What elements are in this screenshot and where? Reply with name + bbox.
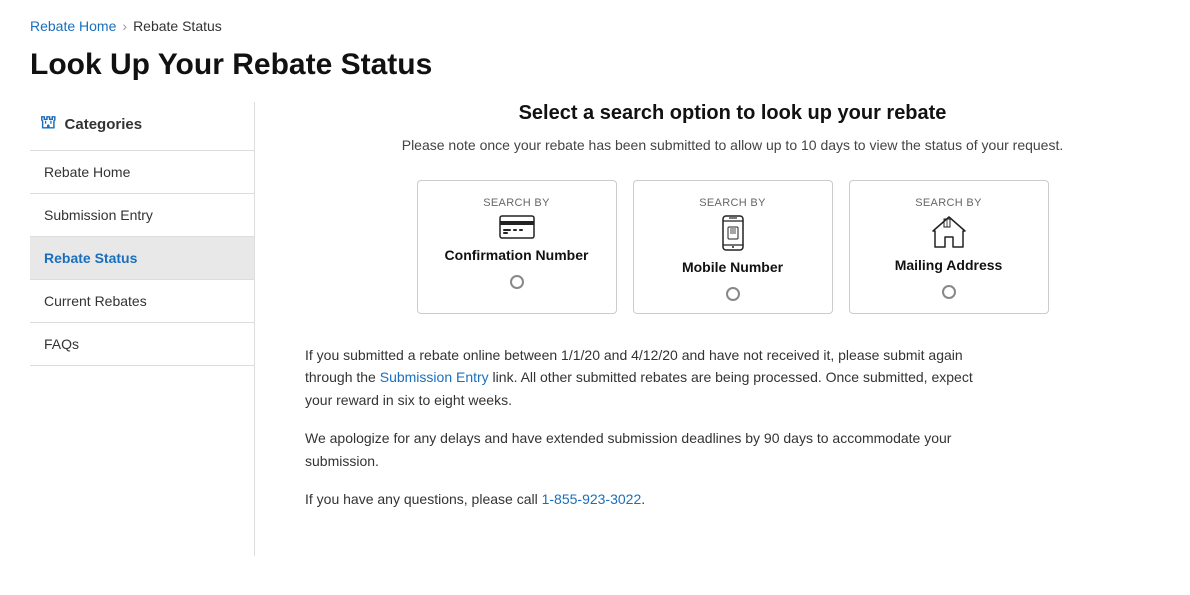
search-card-confirmation[interactable]: SEARCH BY Confirmation Number: [417, 180, 617, 314]
sidebar-header: ⛫ Categories: [30, 102, 254, 150]
confirmation-card-label: SEARCH BY: [483, 197, 550, 209]
info-paragraph-3: If you have any questions, please call 1…: [305, 488, 995, 510]
mailing-card-title: Mailing Address: [895, 257, 1003, 273]
mobile-card-title: Mobile Number: [682, 259, 783, 275]
sidebar-item-rebate-home[interactable]: Rebate Home: [30, 150, 254, 193]
mobile-card-radio[interactable]: [726, 287, 740, 301]
info-paragraph-1: If you submitted a rebate online between…: [305, 344, 995, 411]
breadcrumb-home-link[interactable]: Rebate Home: [30, 18, 116, 34]
info-p3-text-after: .: [641, 491, 645, 507]
main-content: Select a search option to look up your r…: [255, 102, 1160, 556]
search-card-mailing[interactable]: SEARCH BY Mailing Address: [849, 180, 1049, 314]
mobile-icon: [722, 215, 744, 255]
sidebar-item-current-rebates[interactable]: Current Rebates: [30, 279, 254, 322]
breadcrumb-current: Rebate Status: [133, 18, 222, 34]
info-p2-text: We apologize for any delays and have ext…: [305, 430, 951, 468]
phone-link[interactable]: 1-855-923-3022: [542, 491, 642, 507]
info-paragraph-2: We apologize for any delays and have ext…: [305, 427, 995, 472]
mailing-card-radio[interactable]: [942, 285, 956, 299]
confirmation-card-radio[interactable]: [510, 275, 524, 289]
sidebar-item-faqs[interactable]: FAQs: [30, 322, 254, 366]
submission-entry-link[interactable]: Submission Entry: [380, 369, 489, 385]
breadcrumb-separator: ›: [122, 18, 127, 34]
sidebar-item-submission-entry[interactable]: Submission Entry: [30, 193, 254, 236]
categories-icon: ⛫: [40, 112, 57, 136]
layout: ⛫ Categories Rebate Home Submission Entr…: [0, 102, 1190, 556]
breadcrumb: Rebate Home › Rebate Status: [0, 0, 1190, 44]
mobile-card-label: SEARCH BY: [699, 197, 766, 209]
info-section: If you submitted a rebate online between…: [305, 344, 995, 510]
main-heading: Select a search option to look up your r…: [305, 102, 1160, 125]
sidebar: ⛫ Categories Rebate Home Submission Entr…: [30, 102, 255, 556]
confirmation-card-title: Confirmation Number: [445, 247, 589, 263]
credit-card-icon: [499, 215, 535, 243]
info-p3-text-before: If you have any questions, please call: [305, 491, 542, 507]
main-subtitle: Please note once your rebate has been su…: [305, 135, 1160, 156]
search-options: SEARCH BY Confirmation Number SEARC: [305, 180, 1160, 314]
mailing-card-label: SEARCH BY: [915, 197, 982, 209]
sidebar-item-rebate-status[interactable]: Rebate Status: [30, 236, 254, 279]
search-card-mobile[interactable]: SEARCH BY Mobile Number: [633, 180, 833, 314]
sidebar-header-label: Categories: [65, 116, 143, 133]
house-icon: [931, 215, 967, 253]
page-title: Look Up Your Rebate Status: [0, 44, 1190, 102]
